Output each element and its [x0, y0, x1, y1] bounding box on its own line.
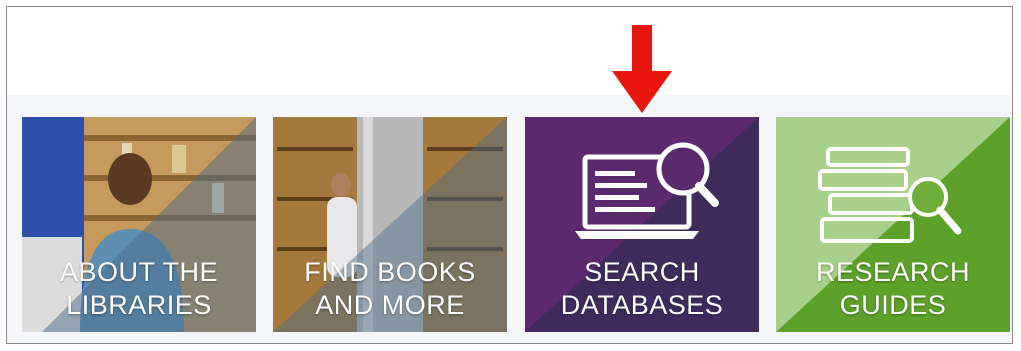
caption-line: FIND BOOKS	[304, 257, 476, 287]
caption-line: AND MORE	[315, 290, 465, 320]
caption-line: LIBRARIES	[66, 290, 212, 320]
find-books-and-more-tile[interactable]: FIND BOOKS AND MORE	[273, 117, 507, 332]
caption-line: RESEARCH	[815, 257, 971, 287]
search-databases-tile[interactable]: SEARCH DATABASES	[525, 117, 759, 332]
laptop-magnifier-icon	[575, 142, 719, 239]
tile-caption: RESEARCH GUIDES	[776, 256, 1010, 322]
caption-line: DATABASES	[560, 290, 724, 320]
tile-caption: ABOUT THE LIBRARIES	[22, 256, 256, 322]
screenshot-frame: ABOUT THE LIBRARIES FIND BOOKS AND MORE	[6, 6, 1013, 344]
books-magnifier-icon	[818, 147, 962, 243]
tile-caption: FIND BOOKS AND MORE	[273, 256, 507, 322]
caption-line: SEARCH	[584, 257, 700, 287]
about-the-libraries-tile[interactable]: ABOUT THE LIBRARIES	[22, 117, 256, 332]
tile-caption: SEARCH DATABASES	[525, 256, 759, 322]
caption-line: GUIDES	[839, 290, 947, 320]
red-down-arrow-icon	[612, 25, 672, 113]
caption-line: ABOUT THE	[59, 257, 219, 287]
research-guides-tile[interactable]: RESEARCH GUIDES	[776, 117, 1010, 332]
